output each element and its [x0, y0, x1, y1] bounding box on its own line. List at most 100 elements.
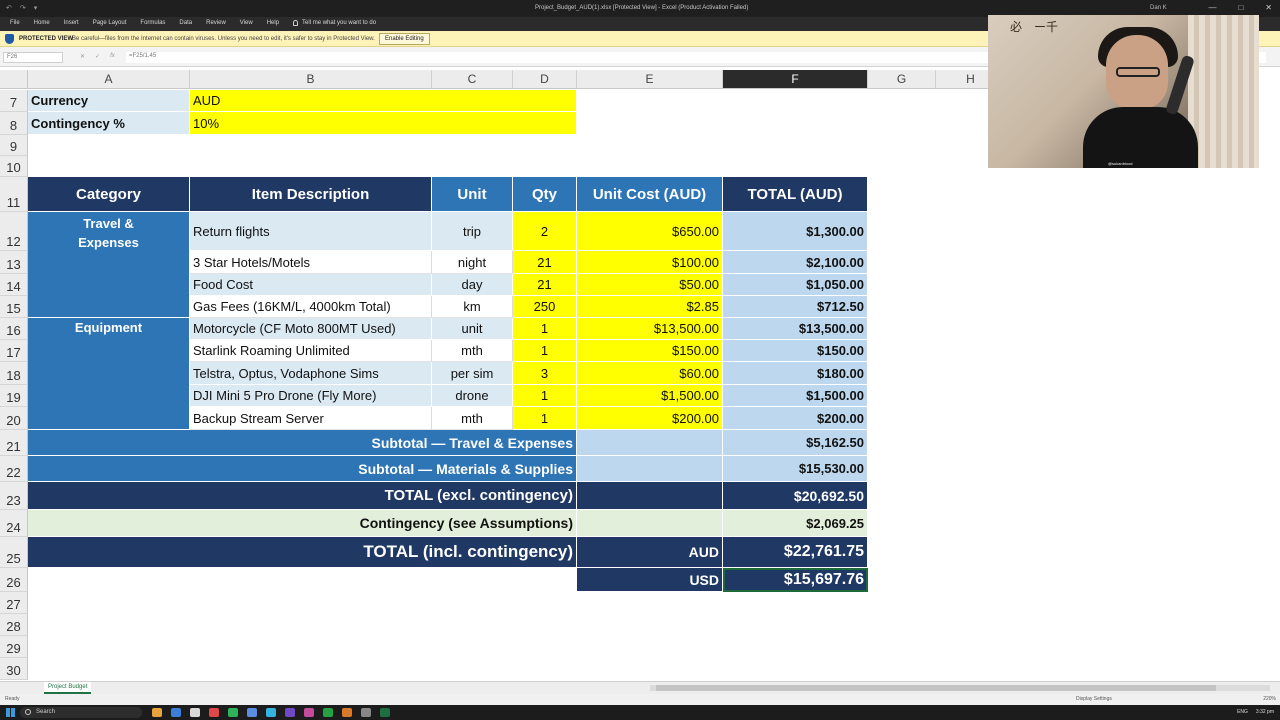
subtotal-materials-label[interactable]: Subtotal — Materials & Supplies [28, 456, 577, 482]
menu-insert[interactable]: Insert [64, 20, 79, 26]
close-icon[interactable]: ✕ [1265, 3, 1272, 12]
header-unit-cost[interactable]: Unit Cost (AUD) [577, 177, 723, 212]
item-total-cell[interactable]: $2,100.00 [723, 251, 868, 274]
name-box[interactable]: F26 [3, 52, 63, 63]
aud-total-value[interactable]: $22,761.75 [723, 537, 868, 568]
app-icon[interactable] [323, 708, 333, 717]
item-unit-cell[interactable]: mth [432, 407, 513, 430]
item-cost-cell[interactable]: $650.00 [577, 212, 723, 251]
contingency-label[interactable]: Contingency (see Assumptions) [28, 510, 577, 537]
menu-page-layout[interactable]: Page Layout [93, 20, 127, 26]
item-cost-cell[interactable]: $1,500.00 [577, 385, 723, 407]
row-header[interactable]: 17 [0, 340, 28, 362]
contingency-value[interactable]: $2,069.25 [723, 510, 868, 537]
item-qty-cell[interactable]: 21 [513, 274, 577, 296]
item-total-cell[interactable]: $200.00 [723, 407, 868, 430]
app-icon[interactable] [285, 708, 295, 717]
tell-me-box[interactable]: Tell me what you want to do [293, 20, 376, 26]
app-icon[interactable] [342, 708, 352, 717]
item-total-cell[interactable]: $150.00 [723, 340, 868, 362]
app-icon[interactable] [190, 708, 200, 717]
menu-data[interactable]: Data [179, 20, 192, 26]
item-cost-cell[interactable]: $50.00 [577, 274, 723, 296]
row-header[interactable]: 23 [0, 482, 28, 510]
redo-icon[interactable]: ↷ [20, 4, 26, 12]
menu-home[interactable]: Home [34, 20, 50, 26]
item-total-cell[interactable]: $1,500.00 [723, 385, 868, 407]
header-qty[interactable]: Qty [513, 177, 577, 212]
item-cost-cell[interactable]: $2.85 [577, 296, 723, 318]
row-header[interactable]: 12 [0, 212, 28, 251]
item-unit-cell[interactable]: day [432, 274, 513, 296]
total-excl-label[interactable]: TOTAL (excl. contingency) [28, 482, 577, 510]
row-header[interactable]: 9 [0, 135, 28, 156]
item-cost-cell[interactable]: $200.00 [577, 407, 723, 430]
item-desc-cell[interactable]: DJI Mini 5 Pro Drone (Fly More) [190, 385, 432, 407]
row-header[interactable]: 29 [0, 636, 28, 658]
row-header[interactable]: 26 [0, 568, 28, 592]
column-header-e[interactable]: E [577, 70, 723, 89]
aud-label[interactable]: AUD [577, 537, 723, 568]
fx-icon[interactable]: fx [110, 53, 115, 60]
row-header[interactable]: 14 [0, 274, 28, 296]
item-qty-cell[interactable]: 2 [513, 212, 577, 251]
row-header[interactable]: 21 [0, 430, 28, 456]
total-excl-value[interactable]: $20,692.50 [723, 482, 868, 510]
total-incl-label[interactable]: TOTAL (incl. contingency) [28, 537, 577, 568]
restore-icon[interactable]: □ [1238, 3, 1243, 12]
item-cost-cell[interactable]: $150.00 [577, 340, 723, 362]
row-header[interactable]: 13 [0, 251, 28, 274]
row-header[interactable]: 27 [0, 592, 28, 614]
category-travel-cell[interactable]: Travel & Expenses [28, 212, 190, 318]
usd-total-value[interactable]: $15,697.76 [723, 568, 868, 592]
app-icon[interactable] [266, 708, 276, 717]
clock[interactable]: 3:32 pm [1256, 709, 1274, 715]
item-qty-cell[interactable]: 3 [513, 362, 577, 385]
item-total-cell[interactable]: $1,300.00 [723, 212, 868, 251]
app-icon[interactable] [209, 708, 219, 717]
row-header[interactable]: 22 [0, 456, 28, 482]
menu-review[interactable]: Review [206, 20, 226, 26]
row-header[interactable]: 19 [0, 385, 28, 407]
header-item-description[interactable]: Item Description [190, 177, 432, 212]
app-icon[interactable] [228, 708, 238, 717]
row-header[interactable]: 24 [0, 510, 28, 537]
column-header-d[interactable]: D [513, 70, 577, 89]
usd-label[interactable]: USD [577, 568, 723, 592]
display-settings-button[interactable]: Display Settings [1076, 696, 1112, 702]
column-header-a[interactable]: A [28, 70, 190, 89]
item-desc-cell[interactable]: Return flights [190, 212, 432, 251]
item-desc-cell[interactable]: 3 Star Hotels/Motels [190, 251, 432, 274]
windows-start-icon[interactable] [6, 708, 15, 717]
item-unit-cell[interactable]: mth [432, 340, 513, 362]
menu-formulas[interactable]: Formulas [140, 20, 165, 26]
menu-help[interactable]: Help [267, 20, 279, 26]
item-qty-cell[interactable]: 250 [513, 296, 577, 318]
category-equipment-cell[interactable]: Equipment [28, 318, 190, 430]
app-icon[interactable] [304, 708, 314, 717]
row-header[interactable]: 28 [0, 614, 28, 636]
subtotal-travel-value[interactable]: $5,162.50 [723, 430, 868, 456]
app-icon[interactable] [152, 708, 162, 717]
row-header[interactable]: 8 [0, 112, 28, 135]
item-desc-cell[interactable]: Motorcycle (CF Moto 800MT Used) [190, 318, 432, 340]
taskbar-search[interactable]: Search [20, 707, 142, 718]
item-unit-cell[interactable]: night [432, 251, 513, 274]
item-qty-cell[interactable]: 21 [513, 251, 577, 274]
row-header[interactable]: 30 [0, 658, 28, 680]
menu-view[interactable]: View [240, 20, 253, 26]
item-cost-cell[interactable]: $13,500.00 [577, 318, 723, 340]
confirm-icon[interactable]: ✓ [95, 53, 100, 60]
undo-icon[interactable]: ↶ [6, 4, 12, 12]
currency-label-cell[interactable]: Currency [28, 90, 190, 112]
row-header[interactable]: 18 [0, 362, 28, 385]
menu-file[interactable]: File [10, 20, 20, 26]
item-desc-cell[interactable]: Gas Fees (16KM/L, 4000km Total) [190, 296, 432, 318]
app-icon[interactable] [361, 708, 371, 717]
subtotal-travel-label[interactable]: Subtotal — Travel & Expenses [28, 430, 577, 456]
subtotal-travel-blank[interactable] [577, 430, 723, 456]
item-cost-cell[interactable]: $100.00 [577, 251, 723, 274]
item-total-cell[interactable]: $13,500.00 [723, 318, 868, 340]
item-desc-cell[interactable]: Backup Stream Server [190, 407, 432, 430]
excel-icon[interactable] [380, 708, 390, 717]
